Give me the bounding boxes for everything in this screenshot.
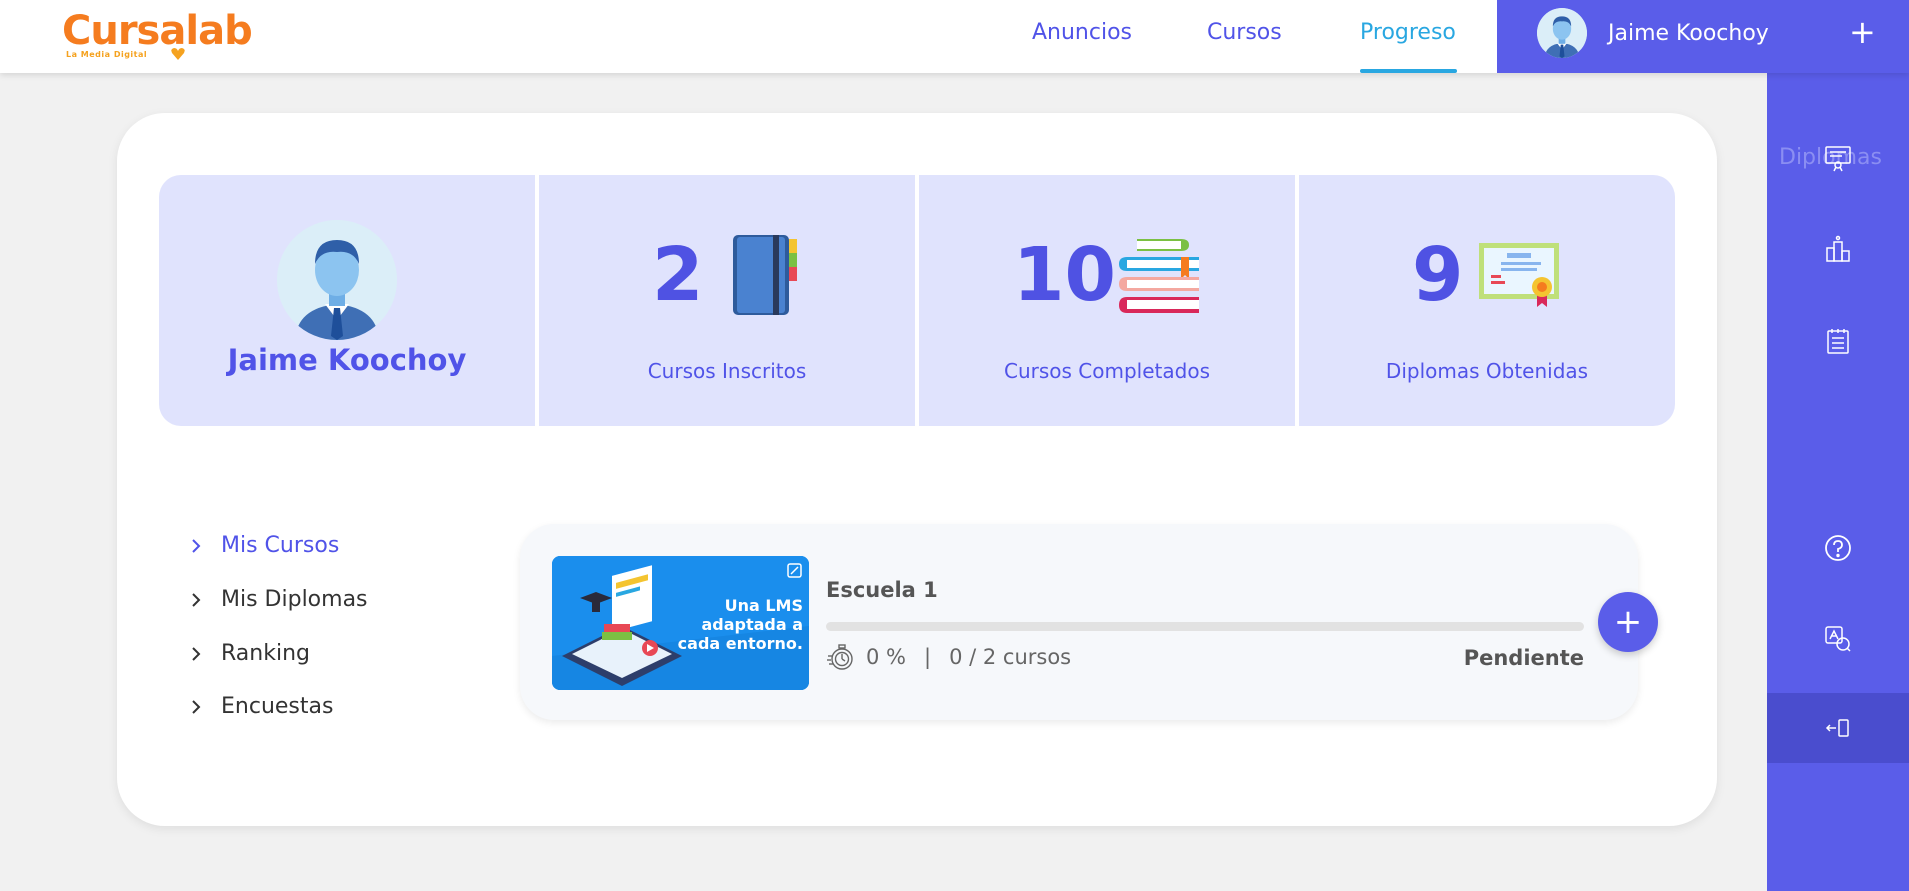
menu-item-encuestas[interactable]: Encuestas xyxy=(187,694,333,719)
sidebar-item-encuestas[interactable] xyxy=(1767,306,1909,376)
stat-cursos-inscritos: 2 Cursos Inscritos xyxy=(539,175,915,426)
progress-card: Jaime Koochoy 2 Cursos Inscritos 10 Curs… xyxy=(117,113,1717,826)
course-card[interactable]: Una LMS adaptada a cada entorno. Escuela… xyxy=(520,524,1658,720)
sidebar-item-translate[interactable] xyxy=(1767,604,1909,674)
stat-cursos-completados: 10 Cursos Completados xyxy=(919,175,1295,426)
logo-subtext: La Media Digital xyxy=(66,50,148,59)
stats-row: Jaime Koochoy 2 Cursos Inscritos 10 Curs… xyxy=(159,175,1675,426)
nav-progreso[interactable]: Progreso xyxy=(1360,20,1456,45)
user-avatar-icon xyxy=(1537,8,1587,58)
course-expand-button[interactable]: + xyxy=(1598,592,1658,652)
profile-name: Jaime Koochoy xyxy=(227,343,467,377)
stopwatch-icon xyxy=(827,644,853,670)
book-icon xyxy=(733,235,797,315)
chevron-right-icon xyxy=(192,699,201,714)
books-stack-icon xyxy=(1119,239,1199,313)
course-title[interactable]: Escuela 1 xyxy=(826,578,938,602)
thumbnail-caption: Una LMS adaptada a cada entorno. xyxy=(678,596,803,653)
menu-item-label: Mis Diplomas xyxy=(221,587,368,612)
stat-label: Diplomas Obtenidas xyxy=(1385,359,1589,383)
user-name: Jaime Koochoy xyxy=(1608,21,1769,46)
diploma-icon xyxy=(1825,146,1851,172)
help-icon xyxy=(1825,535,1851,561)
user-menu[interactable]: Jaime Koochoy + xyxy=(1497,0,1909,73)
ranking-icon xyxy=(1826,235,1850,262)
menu-item-label: Mis Cursos xyxy=(221,533,340,558)
chevron-right-icon xyxy=(192,592,201,607)
course-progress-bar xyxy=(826,622,1584,631)
menu-item-mis-diplomas[interactable]: Mis Diplomas xyxy=(187,587,368,612)
cursalab-logo[interactable]: Cursalab La Media Digital xyxy=(62,8,253,64)
course-count: 0 / 2 cursos xyxy=(949,645,1072,669)
chevron-right-icon xyxy=(192,538,201,553)
sidebar-item-ranking[interactable] xyxy=(1767,214,1909,284)
nav-anuncios[interactable]: Anuncios xyxy=(1032,20,1132,45)
top-header: Cursalab La Media Digital Anuncios Curso… xyxy=(0,0,1909,73)
sidebar-item-help[interactable] xyxy=(1767,513,1909,583)
course-progress-percent: 0 % xyxy=(866,645,906,669)
translate-icon xyxy=(1825,626,1851,652)
nav-active-indicator xyxy=(1360,69,1457,73)
stat-label: Cursos Inscritos xyxy=(647,359,807,383)
course-meta: 0 % | 0 / 2 cursos xyxy=(826,642,1071,672)
expand-plus-icon[interactable]: + xyxy=(1849,16,1876,48)
stat-value: 10 xyxy=(1013,232,1116,318)
sidebar-item-diplomas[interactable] xyxy=(1767,123,1909,193)
profile-summary: Jaime Koochoy xyxy=(159,175,535,426)
chevron-right-icon xyxy=(192,646,201,661)
thumbnail-line-1: Una LMS xyxy=(724,596,803,615)
menu-item-label: Ranking xyxy=(221,641,310,666)
avatar xyxy=(277,220,397,340)
survey-icon xyxy=(1827,329,1849,354)
menu-item-mis-cursos[interactable]: Mis Cursos xyxy=(187,533,339,558)
thumbnail-line-2: adaptada a xyxy=(701,615,803,634)
meta-separator: | xyxy=(924,645,932,669)
thumbnail-line-3: cada entorno. xyxy=(677,634,803,653)
stat-diplomas-obtenidas: 9 Diplomas Obtenidas xyxy=(1299,175,1675,426)
nav-cursos[interactable]: Cursos xyxy=(1207,20,1282,45)
stat-value: 9 xyxy=(1412,232,1464,318)
course-thumbnail[interactable]: Una LMS adaptada a cada entorno. xyxy=(552,556,809,690)
menu-item-label: Encuestas xyxy=(221,694,334,719)
logo-text: Cursalab xyxy=(62,8,253,54)
right-sidebar: Diplomas xyxy=(1767,73,1909,891)
logout-icon xyxy=(1825,719,1849,737)
stat-label: Cursos Completados xyxy=(1004,359,1210,383)
user-avatar-icon xyxy=(277,220,397,340)
sidebar-item-logout[interactable] xyxy=(1767,693,1909,763)
avatar[interactable] xyxy=(1537,8,1587,58)
status-badge: Pendiente xyxy=(1463,646,1584,670)
logo-heart-icon xyxy=(171,48,185,60)
certificate-icon xyxy=(1479,243,1559,307)
menu-item-ranking[interactable]: Ranking xyxy=(187,641,310,666)
stat-value: 2 xyxy=(652,232,704,318)
